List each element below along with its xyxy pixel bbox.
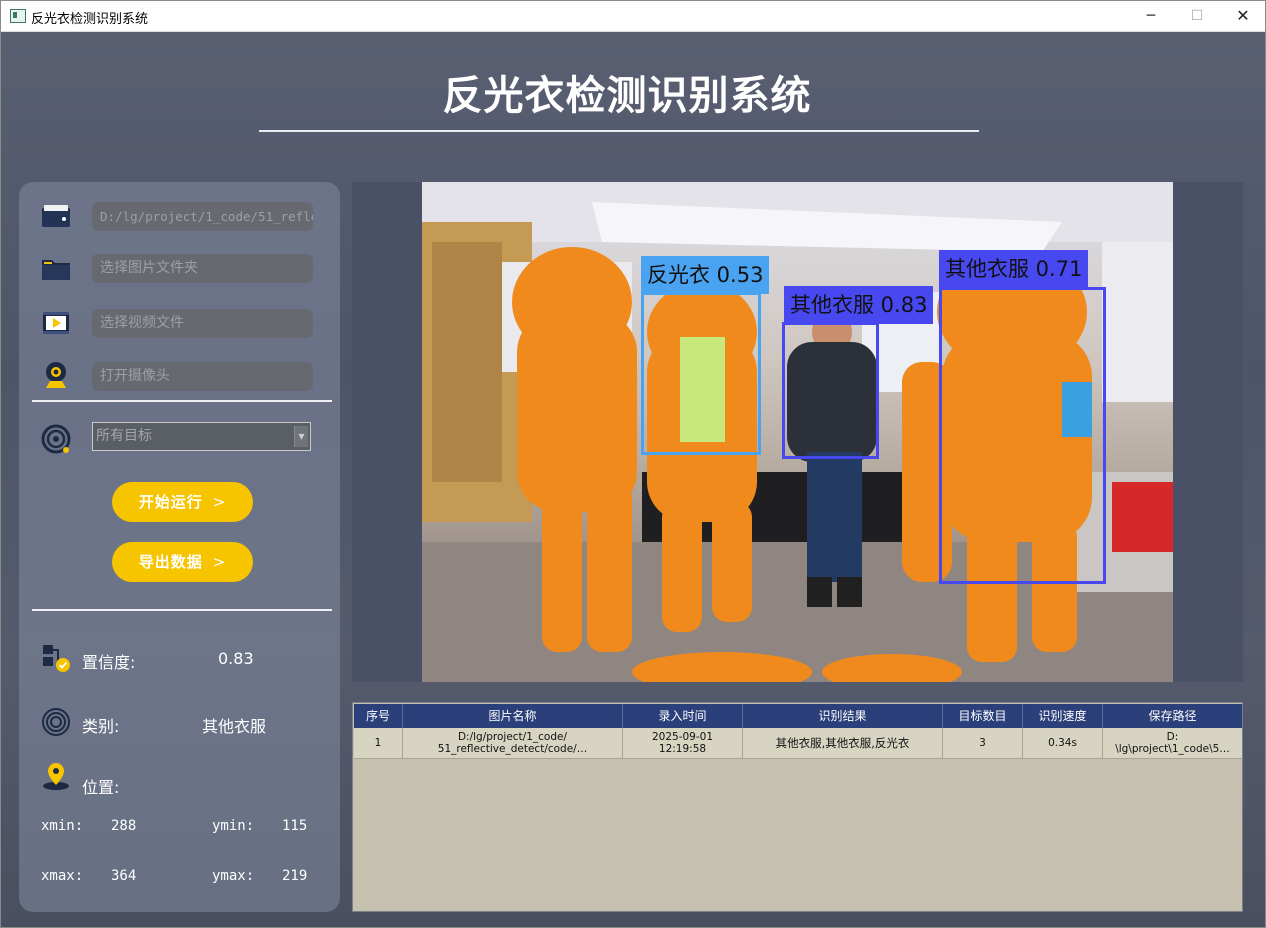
- title-divider: [259, 130, 979, 132]
- window-title: 反光衣检测识别系统: [31, 12, 149, 27]
- confidence-label: 置信度:: [82, 653, 136, 672]
- run-button[interactable]: 开始运行 >: [112, 482, 253, 522]
- detection-label: 其他衣服 0.71: [939, 250, 1089, 288]
- app-window: 反光衣检测识别系统 ─ ☐ ✕ 反光衣检测识别系统 D:/lg/project/…: [0, 0, 1266, 928]
- confidence-icon: [43, 645, 70, 672]
- minimize-button[interactable]: ─: [1128, 1, 1174, 31]
- category-icon: [42, 708, 70, 736]
- maximize-button[interactable]: ☐: [1174, 1, 1220, 31]
- cell-speed: 0.34s: [1023, 728, 1103, 758]
- xmin-value: 288: [111, 818, 137, 834]
- ymax-value: 219: [282, 868, 308, 884]
- results-table[interactable]: 序号 图片名称 录入时间 识别结果 目标数目 识别速度 保存路径 1 D:/lg…: [352, 702, 1243, 912]
- detection-label: 反光衣 0.53: [641, 256, 770, 294]
- detection-view: 反光衣 0.53 其他衣服 0.83 其他衣服 0.71: [352, 182, 1243, 682]
- column-header[interactable]: 序号: [354, 704, 403, 728]
- image-path-input[interactable]: D:/lg/project/1_code/51_reflective_detec…: [92, 202, 313, 231]
- title-bar: 反光衣检测识别系统 ─ ☐ ✕: [1, 1, 1265, 32]
- column-header[interactable]: 识别结果: [743, 704, 943, 728]
- close-button[interactable]: ✕: [1220, 1, 1265, 31]
- chevron-right-icon: >: [212, 553, 227, 571]
- ymin-value: 115: [282, 818, 308, 834]
- detection-label: 其他衣服 0.83: [784, 286, 934, 324]
- xmax-value: 364: [111, 868, 137, 884]
- cell-count: 3: [943, 728, 1023, 758]
- table-row[interactable]: 1 D:/lg/project/1_code/ 51_reflective_de…: [354, 728, 1242, 759]
- cell-index: 1: [354, 728, 403, 758]
- cell-time: 2025-09-01 12:19:58: [623, 728, 743, 758]
- column-header[interactable]: 识别速度: [1023, 704, 1103, 728]
- target-select-value: 所有目标: [96, 428, 152, 444]
- position-label: 位置:: [82, 778, 120, 797]
- column-header[interactable]: 图片名称: [403, 704, 623, 728]
- video-input[interactable]: 选择视频文件: [92, 309, 313, 338]
- detection-box: [782, 322, 879, 459]
- section-divider: [32, 400, 332, 402]
- video-file-icon[interactable]: [41, 308, 71, 338]
- export-button[interactable]: 导出数据 >: [112, 542, 253, 582]
- detection-box: [641, 292, 761, 455]
- image-file-icon[interactable]: [41, 201, 71, 231]
- ymax-label: ymax:: [212, 868, 255, 884]
- section-divider: [32, 609, 332, 611]
- detection-image: 反光衣 0.53 其他衣服 0.83 其他衣服 0.71: [422, 182, 1173, 682]
- export-button-label: 导出数据: [138, 553, 203, 571]
- control-panel: D:/lg/project/1_code/51_reflective_detec…: [19, 182, 340, 912]
- location-pin-icon: [43, 763, 69, 790]
- class-label: 类别:: [82, 717, 120, 736]
- column-header[interactable]: 保存路径: [1103, 704, 1242, 728]
- camera-input[interactable]: 打开摄像头: [92, 362, 313, 391]
- ymin-label: ymin:: [212, 818, 255, 834]
- xmax-label: xmax:: [41, 868, 84, 884]
- chevron-right-icon: >: [212, 493, 227, 511]
- column-header[interactable]: 录入时间: [623, 704, 743, 728]
- chevron-down-icon[interactable]: ▼: [294, 426, 308, 447]
- folder-icon[interactable]: [41, 254, 71, 284]
- app-icon: [10, 9, 26, 23]
- target-icon: [41, 424, 71, 454]
- confidence-value: 0.83: [218, 649, 254, 668]
- column-header[interactable]: 目标数目: [943, 704, 1023, 728]
- table-header: 序号 图片名称 录入时间 识别结果 目标数目 识别速度 保存路径: [354, 704, 1242, 728]
- run-button-label: 开始运行: [138, 493, 203, 511]
- cell-result: 其他衣服,其他衣服,反光衣: [743, 728, 943, 758]
- folder-input[interactable]: 选择图片文件夹: [92, 254, 313, 283]
- cell-image-name: D:/lg/project/1_code/ 51_reflective_dete…: [403, 728, 623, 758]
- page-title: 反光衣检测识别系统: [442, 73, 812, 119]
- detection-box: [939, 287, 1106, 584]
- xmin-label: xmin:: [41, 818, 84, 834]
- cell-save-path: D: \lg\project\1_code\5…: [1115, 731, 1230, 755]
- class-value: 其他衣服: [202, 717, 267, 736]
- camera-icon[interactable]: [41, 360, 71, 390]
- target-select[interactable]: 所有目标 ▼: [92, 422, 311, 451]
